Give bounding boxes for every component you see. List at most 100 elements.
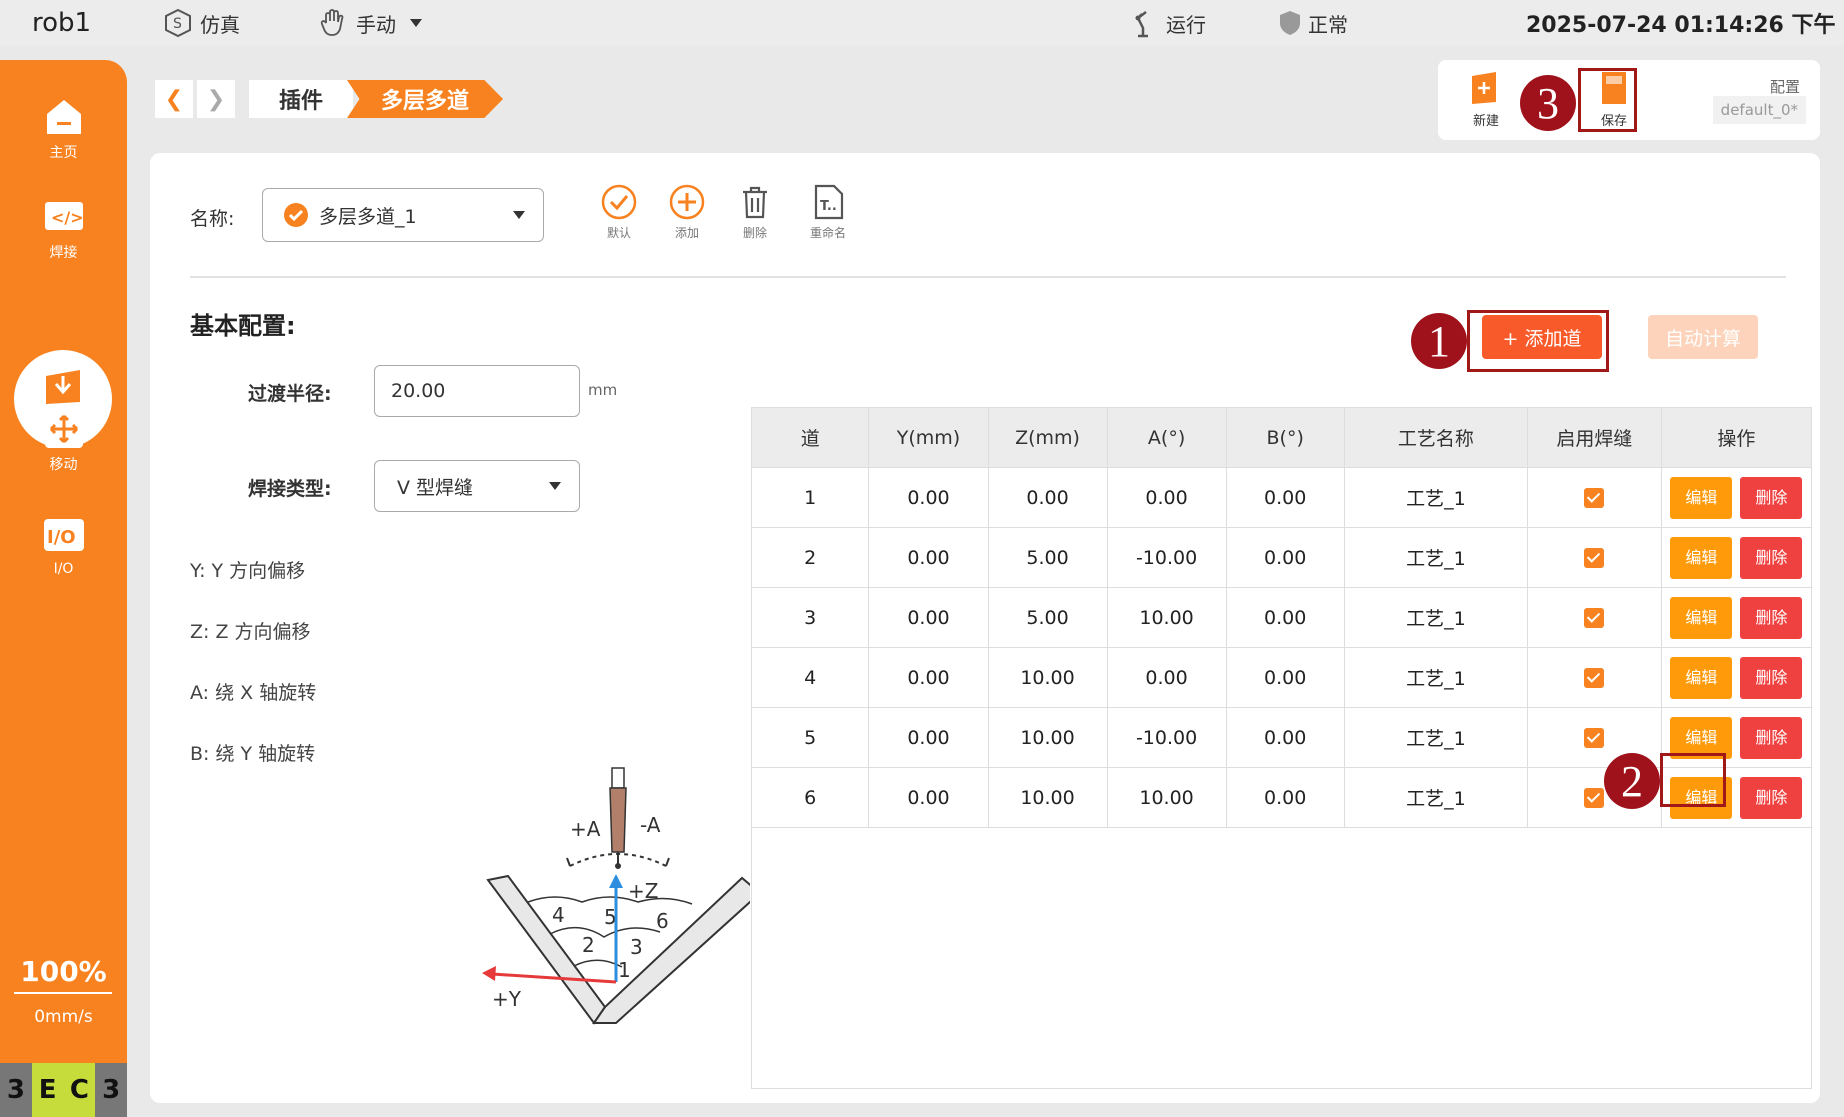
- weld-type-label: 焊接类型:: [248, 478, 332, 500]
- cell-process: 工艺_1: [1343, 707, 1528, 768]
- enable-checkbox[interactable]: [1584, 488, 1605, 508]
- divider: [14, 992, 112, 994]
- enable-checkbox[interactable]: [1584, 668, 1605, 688]
- delete-button[interactable]: 删除: [1740, 536, 1803, 579]
- chevron-down-icon: [549, 482, 561, 490]
- delete-button[interactable]: 删除: [1740, 716, 1803, 759]
- delete-button[interactable]: 删除: [1740, 596, 1803, 639]
- sim-indicator[interactable]: S 仿真: [162, 0, 240, 46]
- cell-b: 0.00: [1225, 467, 1345, 528]
- sidebar-item-move[interactable]: 移动: [0, 408, 127, 474]
- cell-pass: 1: [750, 467, 870, 528]
- cell-z: 10.00: [987, 767, 1108, 828]
- name-select[interactable]: 多层多道_1: [262, 188, 544, 242]
- plus-z-label: +Z: [628, 879, 658, 903]
- trash-icon: [743, 186, 767, 219]
- pass-label: 1: [618, 958, 631, 982]
- radius-input[interactable]: 20.00: [374, 365, 580, 417]
- cell-z: 10.00: [987, 707, 1108, 768]
- forward-button[interactable]: ❯: [197, 80, 235, 118]
- config-icon: [46, 370, 80, 404]
- io-icon: I/O: [43, 519, 84, 551]
- step-marker: 3: [1520, 75, 1576, 131]
- col-header: 启用焊缝: [1526, 407, 1662, 468]
- badge-char: 3: [0, 1063, 32, 1117]
- delete-button[interactable]: 删除: [1740, 776, 1803, 819]
- delete-config-button[interactable]: 删除: [720, 184, 790, 241]
- col-header: B(°): [1225, 407, 1345, 468]
- breadcrumb-item-current[interactable]: 多层多道: [347, 80, 504, 118]
- datetime: 2025-07-24 01:14:26 下午: [1526, 13, 1836, 38]
- edit-button[interactable]: 编辑: [1670, 536, 1733, 579]
- enable-checkbox[interactable]: [1584, 608, 1605, 628]
- new-button[interactable]: 新建: [1464, 70, 1508, 129]
- cell-a: 0.00: [1106, 467, 1227, 528]
- delete-label: 删除: [742, 226, 767, 240]
- v-groove-diagram: 4 5 6 2 3 1 +Z +Y +A -A: [470, 762, 750, 1030]
- cell-y: 0.00: [868, 647, 989, 708]
- sim-label: 仿真: [200, 12, 240, 37]
- breadcrumb-item-plugin[interactable]: 插件: [249, 80, 354, 118]
- plus-circle-icon: [669, 184, 705, 220]
- svg-text:I/O: I/O: [47, 527, 76, 548]
- edit-button[interactable]: 编辑: [1670, 476, 1733, 519]
- enable-checkbox[interactable]: [1584, 728, 1605, 748]
- cell-z: 10.00: [987, 647, 1108, 708]
- cell-actions: 编辑 删除: [1660, 527, 1813, 588]
- cell-process: 工艺_1: [1343, 647, 1528, 708]
- back-button[interactable]: ❮: [155, 80, 193, 118]
- table-row: 4 0.00 10.00 0.00 0.00 工艺_1 编辑 删除: [750, 647, 1813, 708]
- config-label: 配置: [1769, 78, 1800, 96]
- badge-char: 3: [95, 1063, 127, 1117]
- cell-b: 0.00: [1225, 767, 1345, 828]
- svg-text:S: S: [173, 16, 182, 32]
- desc-a: A: 绕 X 轴旋转: [190, 682, 317, 704]
- config-value[interactable]: default_0*: [1712, 96, 1806, 124]
- cell-y: 0.00: [868, 527, 989, 588]
- weld-type-select[interactable]: V 型焊缝: [374, 460, 580, 512]
- desc-y: Y: Y 方向偏移: [190, 560, 306, 582]
- rename-label: 重命名: [809, 226, 846, 240]
- mode-dropdown[interactable]: 手动: [318, 0, 422, 46]
- enable-checkbox[interactable]: [1584, 548, 1605, 568]
- default-button[interactable]: 默认: [584, 184, 654, 241]
- minus-a-label: -A: [640, 813, 661, 837]
- rename-file-icon: T..: [814, 184, 844, 220]
- delete-button[interactable]: 删除: [1740, 476, 1803, 519]
- cell-pass: 2: [750, 527, 870, 588]
- badge-char: C: [63, 1063, 96, 1117]
- robot-arm-icon: [1135, 11, 1148, 38]
- check-circle-icon: [601, 184, 637, 220]
- sidebar-item-home[interactable]: 主页: [0, 96, 127, 162]
- cell-process: 工艺_1: [1343, 467, 1528, 528]
- add-config-button[interactable]: 添加: [652, 184, 722, 241]
- pass-label: 6: [656, 909, 669, 933]
- sidebar-item-io[interactable]: I/O I/O: [0, 515, 127, 577]
- cell-a: -10.00: [1106, 527, 1227, 588]
- add-label: 添加: [674, 226, 699, 240]
- edit-button[interactable]: 编辑: [1670, 656, 1733, 699]
- delete-button[interactable]: 删除: [1740, 656, 1803, 699]
- speed-value: 0mm/s: [34, 1007, 93, 1027]
- enable-checkbox[interactable]: [1584, 788, 1605, 808]
- rename-config-button[interactable]: T.. 重命名: [793, 184, 863, 241]
- cell-a: 0.00: [1106, 647, 1227, 708]
- cell-enable: [1526, 467, 1662, 528]
- auto-calc-button[interactable]: 自动计算: [1648, 315, 1758, 359]
- cell-enable: [1526, 647, 1662, 708]
- cell-actions: 编辑 删除: [1660, 587, 1813, 648]
- edit-button[interactable]: 编辑: [1670, 596, 1733, 639]
- new-file-icon: [1472, 72, 1496, 104]
- cell-process: 工艺_1: [1343, 767, 1528, 828]
- cell-pass: 4: [750, 647, 870, 708]
- sidebar-item-weld[interactable]: </> 焊接: [0, 196, 127, 262]
- sidebar-item-label: I/O: [53, 561, 74, 577]
- cell-b: 0.00: [1225, 587, 1345, 648]
- chevron-right-icon: ❯: [206, 86, 226, 112]
- sim-icon: S: [165, 8, 191, 38]
- chevron-left-icon: ❮: [164, 86, 184, 112]
- cell-enable: [1526, 587, 1662, 648]
- col-header: Z(mm): [987, 407, 1108, 468]
- cell-actions: 编辑 删除: [1660, 467, 1813, 528]
- section-title: 基本配置:: [190, 312, 296, 340]
